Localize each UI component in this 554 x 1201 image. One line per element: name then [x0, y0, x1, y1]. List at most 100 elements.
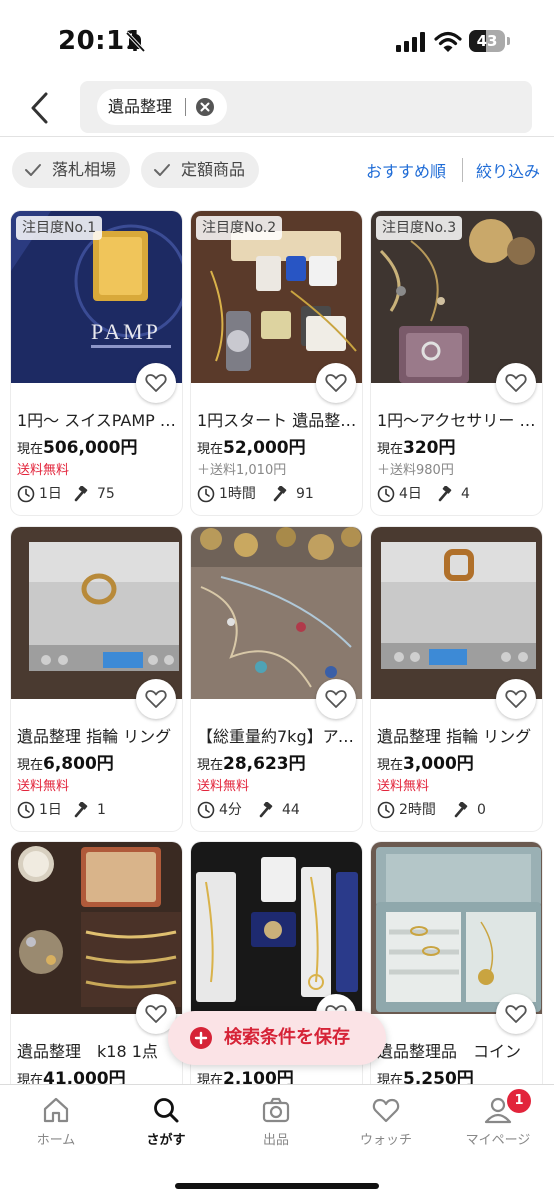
- price-prefix: 現在: [17, 442, 44, 457]
- filter-chip-fixed-price[interactable]: 定額商品: [141, 152, 259, 188]
- tab-search[interactable]: さがす: [111, 1095, 221, 1157]
- time-left: 4日: [399, 486, 422, 502]
- rank-badge: 注目度No.3: [376, 216, 463, 240]
- tab-label: ウォッチ: [359, 1133, 412, 1148]
- gavel-icon: [259, 802, 273, 818]
- bid-count: 91: [296, 486, 314, 502]
- heart-outline-icon: [505, 1005, 527, 1023]
- watch-button[interactable]: [496, 994, 536, 1034]
- heart-outline-icon: [145, 1005, 167, 1023]
- filter-chip-closed-price[interactable]: 落札相場: [12, 152, 130, 188]
- product-card[interactable]: PAMP 注目度No.1 1円～ スイスPAMP 純金 インゴット 現在506,…: [11, 211, 182, 515]
- tab-home[interactable]: ホーム: [1, 1095, 111, 1157]
- product-card[interactable]: 注目度No.3 1円～アクセサリー まとめ 現在320円 ＋送料980円 4日 …: [371, 211, 542, 515]
- time-left: 1日: [39, 486, 62, 502]
- product-thumbnail-ring-on-scale: [11, 527, 182, 699]
- product-card[interactable]: 注目度No.2 1円スタート 遺品整理 まとめ 現在52,000円 ＋送料1,0…: [191, 211, 362, 515]
- product-thumbnail-jewelry-case: [371, 842, 542, 1014]
- heart-icon: [372, 1098, 400, 1123]
- heart-outline-icon: [505, 374, 527, 392]
- tab-label: マイページ: [465, 1133, 531, 1148]
- product-title: 遺品整理 指輪 リング: [377, 727, 532, 746]
- tab-label: ホーム: [36, 1133, 76, 1148]
- sort-order-link[interactable]: おすすめ順: [366, 158, 446, 182]
- shipping-label: ＋送料1,010円: [197, 463, 287, 478]
- product-title: 【総重量約7kg】アクセサリー: [197, 727, 357, 746]
- product-card[interactable]: 遺品整理 指輪 リング 現在3,000円 送料無料 2時間 0: [371, 527, 542, 831]
- watch-button[interactable]: [136, 363, 176, 403]
- tab-mypage[interactable]: マイページ 1: [443, 1089, 553, 1157]
- watch-button[interactable]: [316, 679, 356, 719]
- price-prefix: 現在: [377, 442, 404, 457]
- bid-count: 0: [477, 802, 486, 818]
- price-prefix: 現在: [197, 442, 224, 457]
- refine-link[interactable]: 絞り込み: [476, 158, 540, 182]
- notification-badge: 1: [507, 1089, 531, 1113]
- save-search-button[interactable]: 検索条件を保存: [168, 1011, 386, 1065]
- clock-icon: [197, 485, 215, 503]
- product-title: 遺品整理品 コイン: [377, 1042, 522, 1061]
- heart-outline-icon: [325, 690, 347, 708]
- gavel-icon: [454, 802, 468, 818]
- watch-button[interactable]: [496, 363, 536, 403]
- product-card[interactable]: 遺品整理 指輪 リング 現在6,800円 送料無料 1日 1: [11, 527, 182, 831]
- check-icon: [154, 164, 170, 176]
- watch-button[interactable]: [496, 679, 536, 719]
- price-line: 現在506,000円: [17, 433, 137, 458]
- home-indicator: [175, 1183, 379, 1189]
- current-price: 320円: [403, 438, 456, 458]
- clock-icon: [197, 801, 215, 819]
- camera-icon: [262, 1097, 290, 1123]
- tab-sell[interactable]: 出品: [221, 1095, 331, 1157]
- clock-icon: [17, 485, 35, 503]
- clock-icon: [377, 801, 395, 819]
- status-bar: 20:11 43: [0, 0, 554, 80]
- time-left: 2時間: [399, 802, 436, 818]
- wifi-icon: [434, 31, 462, 52]
- tab-watch[interactable]: ウォッチ: [331, 1095, 441, 1157]
- heart-outline-icon: [145, 374, 167, 392]
- bell-muted-icon: [125, 31, 146, 53]
- header-divider: [0, 136, 554, 137]
- time-left: 1時間: [219, 486, 256, 502]
- bid-count: 1: [97, 802, 106, 818]
- shipping-label: 送料無料: [197, 779, 250, 794]
- tab-label: 出品: [262, 1133, 289, 1148]
- search-query-chip[interactable]: 遺品整理: [97, 89, 227, 125]
- battery-level: 43: [476, 32, 498, 50]
- product-thumbnail-jewelry-box: [11, 842, 182, 1014]
- price-line: 現在3,000円: [377, 749, 474, 774]
- check-icon: [25, 164, 41, 176]
- search-input[interactable]: 遺品整理: [80, 81, 532, 133]
- plus-icon: [190, 1027, 212, 1049]
- gavel-icon: [74, 802, 88, 818]
- tab-label: さがす: [146, 1133, 186, 1148]
- product-card[interactable]: 【総重量約7kg】アクセサリー 現在28,623円 送料無料 4分 44: [191, 527, 362, 831]
- product-title: 遺品整理 指輪 リング: [17, 727, 172, 746]
- product-title: 1円スタート 遺品整理 まとめ: [197, 411, 357, 430]
- product-thumbnail-necklaces: [191, 842, 362, 1014]
- shipping-label: 送料無料: [17, 779, 70, 794]
- bid-count: 44: [282, 802, 300, 818]
- back-chevron-icon[interactable]: [24, 88, 58, 128]
- save-search-label: 検索条件を保存: [224, 1027, 350, 1048]
- clear-icon[interactable]: [196, 98, 214, 116]
- bid-count: 75: [97, 486, 115, 502]
- search-icon: [154, 1098, 179, 1123]
- rank-badge: 注目度No.2: [196, 216, 283, 240]
- svg-text:PAMP: PAMP: [91, 319, 161, 344]
- price-prefix: 現在: [377, 758, 404, 773]
- watch-button[interactable]: [136, 679, 176, 719]
- home-icon: [43, 1097, 69, 1123]
- current-price: 3,000円: [403, 754, 474, 774]
- shipping-label: 送料無料: [377, 779, 430, 794]
- heart-outline-icon: [325, 374, 347, 392]
- gavel-icon: [273, 486, 287, 502]
- watch-button[interactable]: [316, 363, 356, 403]
- price-line: 現在28,623円: [197, 749, 306, 774]
- gavel-icon: [74, 486, 88, 502]
- heart-outline-icon: [505, 690, 527, 708]
- product-title: 1円～アクセサリー まとめ: [377, 411, 537, 430]
- filter-chip-label: 落札相場: [52, 160, 117, 179]
- heart-outline-icon: [145, 690, 167, 708]
